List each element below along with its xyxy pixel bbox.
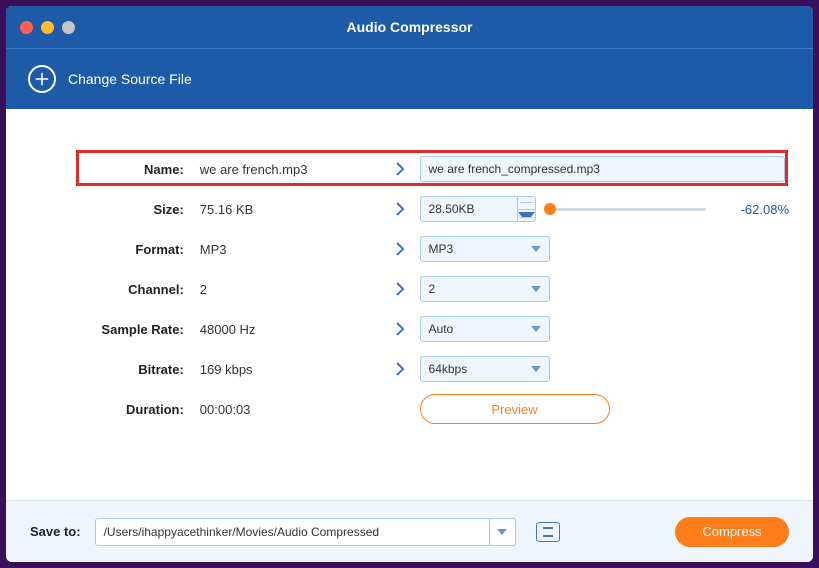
titlebar: Audio Compressor bbox=[6, 6, 813, 49]
format-select[interactable]: MP3 bbox=[420, 236, 550, 262]
channel-select[interactable]: 2 bbox=[420, 276, 550, 302]
arrow-icon bbox=[380, 322, 420, 336]
arrow-icon bbox=[380, 162, 420, 176]
label-sample-rate: Sample Rate: bbox=[30, 322, 200, 337]
chevron-down-icon bbox=[531, 326, 541, 332]
row-sample-rate: Sample Rate: 48000 Hz Auto bbox=[30, 309, 789, 349]
orig-size: 75.16 KB bbox=[200, 202, 380, 217]
row-bitrate: Bitrate: 169 kbps 64kbps bbox=[30, 349, 789, 389]
orig-name: we are french.mp3 bbox=[200, 162, 380, 177]
label-bitrate: Bitrate: bbox=[30, 362, 200, 377]
label-name: Name: bbox=[30, 162, 200, 177]
save-to-label: Save to: bbox=[30, 524, 81, 539]
arrow-icon bbox=[380, 282, 420, 296]
change-source-button[interactable]: Change Source File bbox=[68, 71, 192, 87]
chevron-down-icon bbox=[531, 366, 541, 372]
window-title: Audio Compressor bbox=[6, 19, 813, 35]
app-window: Audio Compressor Change Source File Name… bbox=[6, 6, 813, 562]
label-format: Format: bbox=[30, 242, 200, 257]
main-content: Name: we are french.mp3 we are french_co… bbox=[6, 109, 813, 500]
arrow-icon bbox=[380, 242, 420, 256]
orig-sample-rate: 48000 Hz bbox=[200, 322, 380, 337]
row-duration: Duration: 00:00:03 Preview bbox=[30, 389, 789, 429]
browse-folder-icon[interactable] bbox=[536, 522, 560, 542]
chevron-down-icon bbox=[531, 286, 541, 292]
row-name: Name: we are french.mp3 we are french_co… bbox=[30, 149, 789, 189]
label-duration: Duration: bbox=[30, 402, 200, 417]
save-path-field[interactable]: /Users/ihappyacethinker/Movies/Audio Com… bbox=[95, 518, 490, 546]
row-channel: Channel: 2 2 bbox=[30, 269, 789, 309]
label-channel: Channel: bbox=[30, 282, 200, 297]
size-slider[interactable] bbox=[546, 208, 731, 211]
orig-bitrate: 169 kbps bbox=[200, 362, 380, 377]
bitrate-select[interactable]: 64kbps bbox=[420, 356, 550, 382]
row-format: Format: MP3 MP3 bbox=[30, 229, 789, 269]
toolbar: Change Source File bbox=[6, 49, 813, 109]
size-stepper[interactable]: 28.50KB bbox=[420, 196, 536, 222]
preview-button[interactable]: Preview bbox=[420, 394, 610, 424]
slider-thumb[interactable] bbox=[544, 203, 556, 215]
footer: Save to: /Users/ihappyacethinker/Movies/… bbox=[6, 500, 813, 562]
compression-percent: -62.08% bbox=[741, 202, 789, 217]
orig-format: MP3 bbox=[200, 242, 380, 257]
label-size: Size: bbox=[30, 202, 200, 217]
stepper-up-icon[interactable] bbox=[518, 197, 535, 210]
output-name-field[interactable]: we are french_compressed.mp3 bbox=[420, 156, 785, 182]
chevron-down-icon bbox=[497, 529, 507, 535]
sample-rate-select[interactable]: Auto bbox=[420, 316, 550, 342]
compress-button[interactable]: Compress bbox=[675, 517, 789, 547]
orig-duration: 00:00:03 bbox=[200, 402, 380, 417]
save-path-group: /Users/ihappyacethinker/Movies/Audio Com… bbox=[95, 518, 516, 546]
save-path-dropdown[interactable] bbox=[490, 518, 516, 546]
orig-channel: 2 bbox=[200, 282, 380, 297]
arrow-icon bbox=[380, 202, 420, 216]
chevron-down-icon bbox=[531, 246, 541, 252]
row-size: Size: 75.16 KB 28.50KB -62.08% bbox=[30, 189, 789, 229]
arrow-icon bbox=[380, 362, 420, 376]
stepper-down-icon[interactable] bbox=[518, 210, 535, 222]
add-icon[interactable] bbox=[28, 65, 56, 93]
